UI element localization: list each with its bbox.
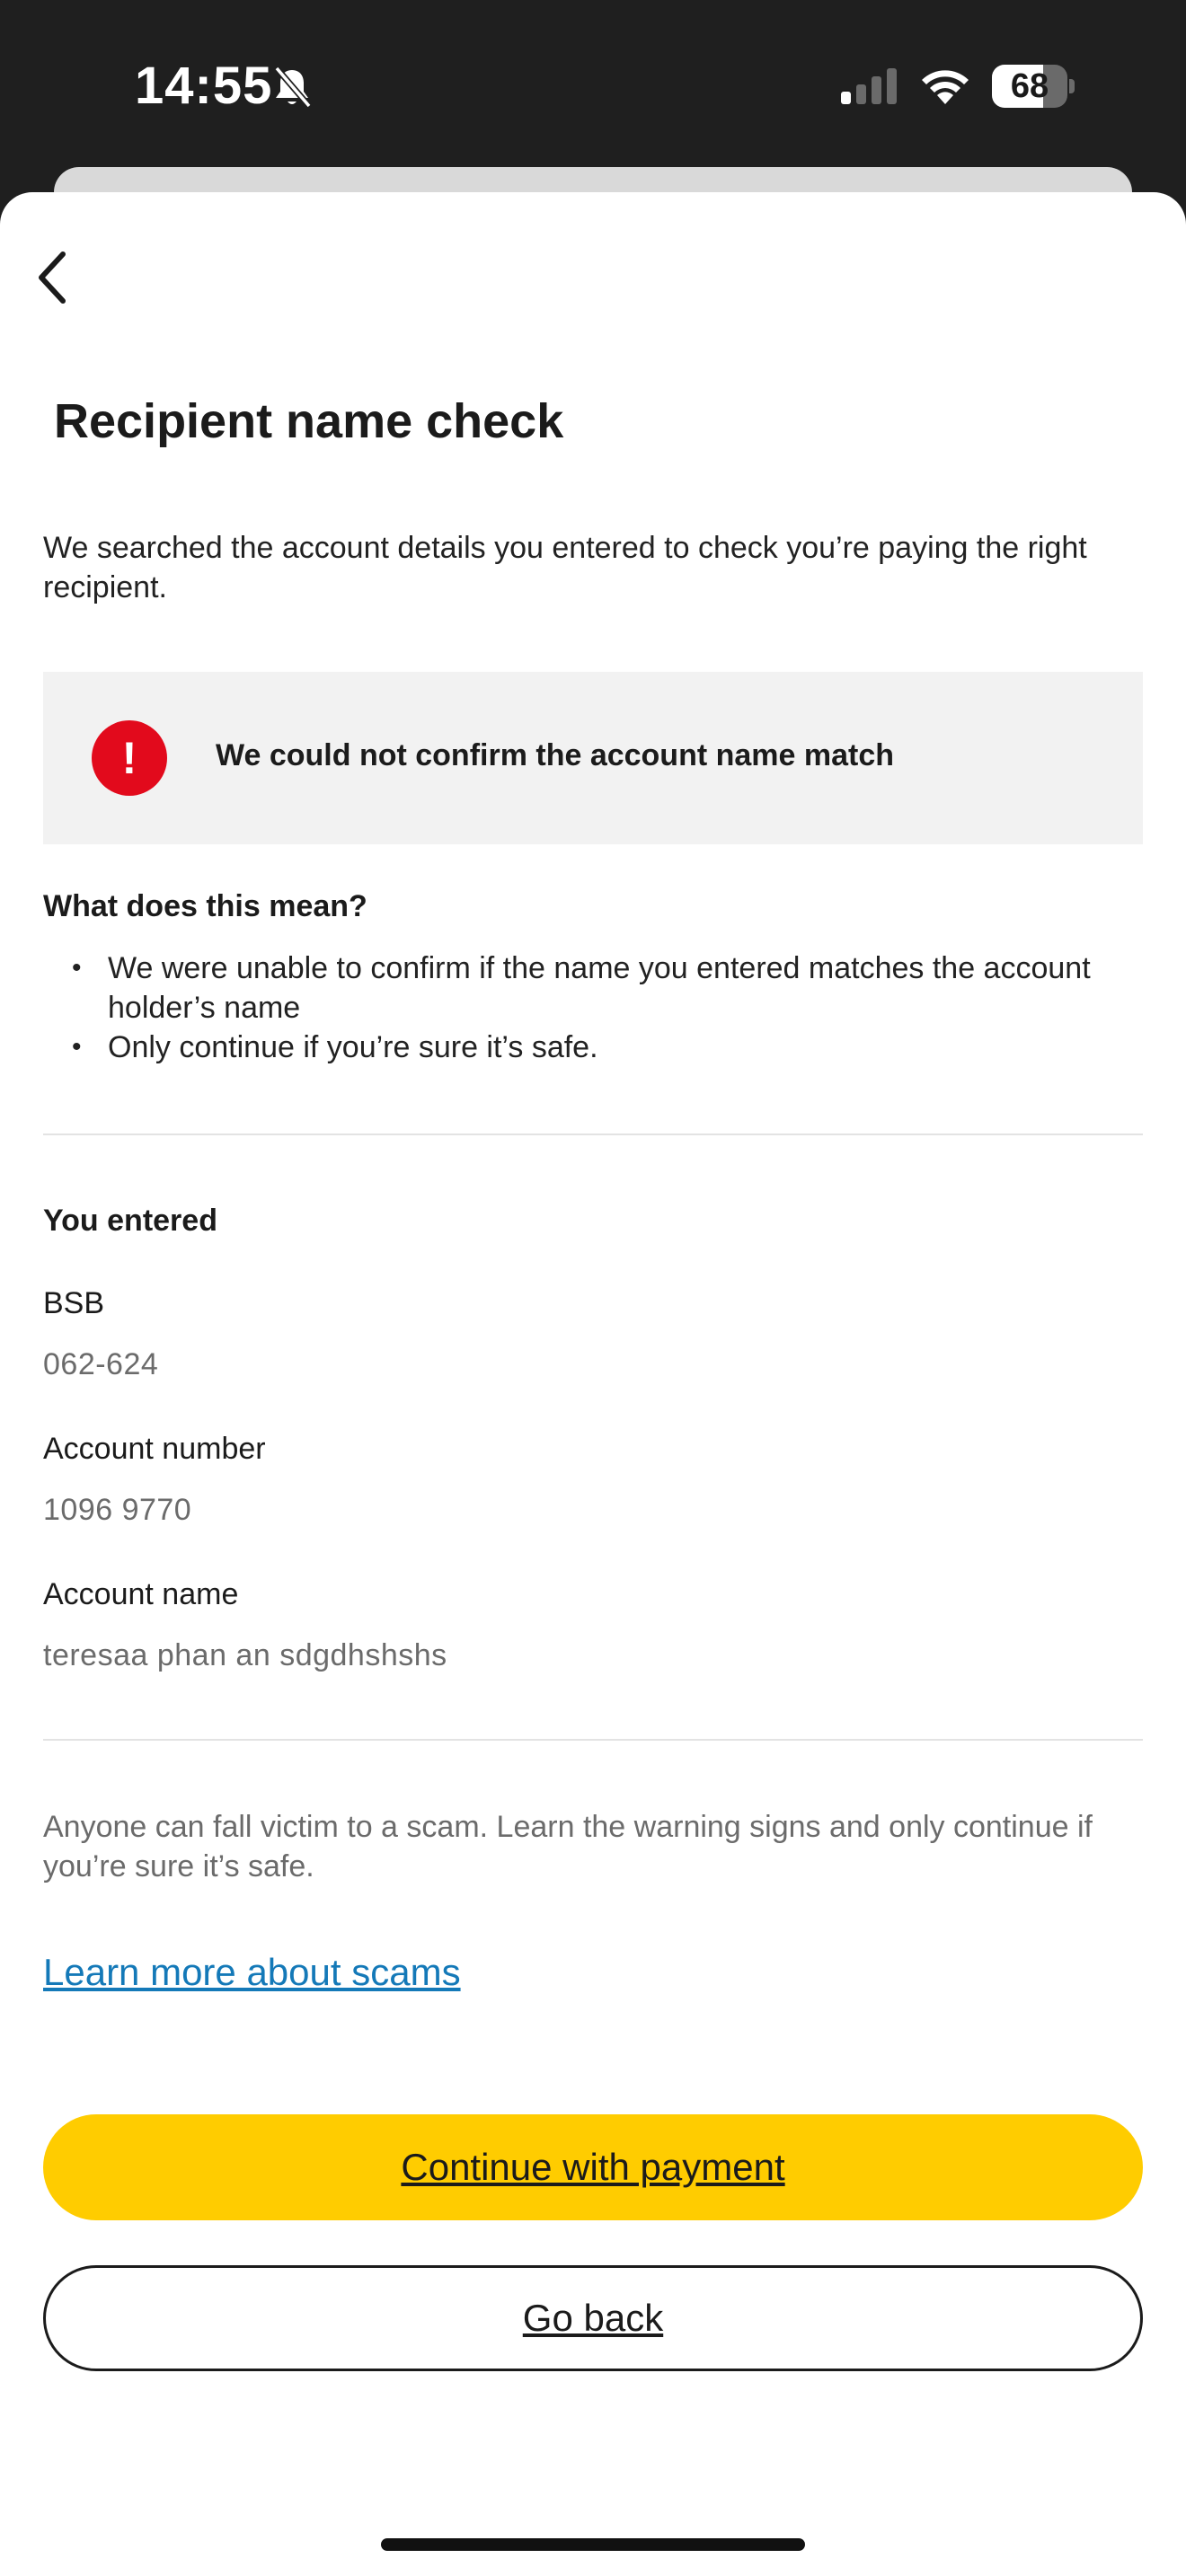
account-name-label: Account name [43,1577,239,1611]
learn-more-scams-link[interactable]: Learn more about scams [43,1951,461,1994]
cellular-signal-icon [839,66,900,106]
home-indicator [381,2538,805,2551]
account-number-value: 1096 9770 [43,1493,192,1527]
bsb-label: BSB [43,1286,105,1320]
scam-warning-text: Anyone can fall victim to a scam. Learn … [43,1810,1093,1883]
divider [43,1134,1143,1135]
battery-cap [1069,79,1075,93]
back-button[interactable] [27,239,77,316]
list-item: We were unable to confirm if the name yo… [65,948,1143,1028]
list-item: Only continue if you’re sure it’s safe. [65,1028,1143,1067]
bell-slash-icon [271,65,313,110]
status-time: 14:55 [135,57,273,115]
page-title: Recipient name check [54,394,564,448]
chevron-left-icon [39,251,66,304]
account-number-label: Account number [43,1432,266,1466]
continue-payment-button[interactable]: Continue with payment [43,2114,1143,2220]
meaning-heading: What does this mean? [43,889,367,923]
meaning-list: We were unable to confirm if the name yo… [65,948,1143,1067]
entered-heading: You entered [43,1204,217,1238]
intro-text: We searched the account details you ente… [43,531,1087,604]
alert-banner: ! We could not confirm the account name … [43,672,1143,844]
account-name-value: teresaa phan an sdgdhshshs [43,1638,447,1672]
battery-icon: 68 [992,65,1075,108]
battery-level: 68 [1010,67,1049,105]
go-back-button[interactable]: Go back [43,2265,1143,2371]
wifi-icon [918,65,972,106]
bsb-value: 062-624 [43,1347,159,1381]
alert-message: We could not confirm the account name ma… [216,738,895,772]
status-bar: 14:55 68 [0,0,1186,171]
exclamation-icon: ! [92,720,167,796]
divider [43,1739,1143,1741]
recipient-check-sheet: Recipient name check We searched the acc… [0,192,1186,2576]
